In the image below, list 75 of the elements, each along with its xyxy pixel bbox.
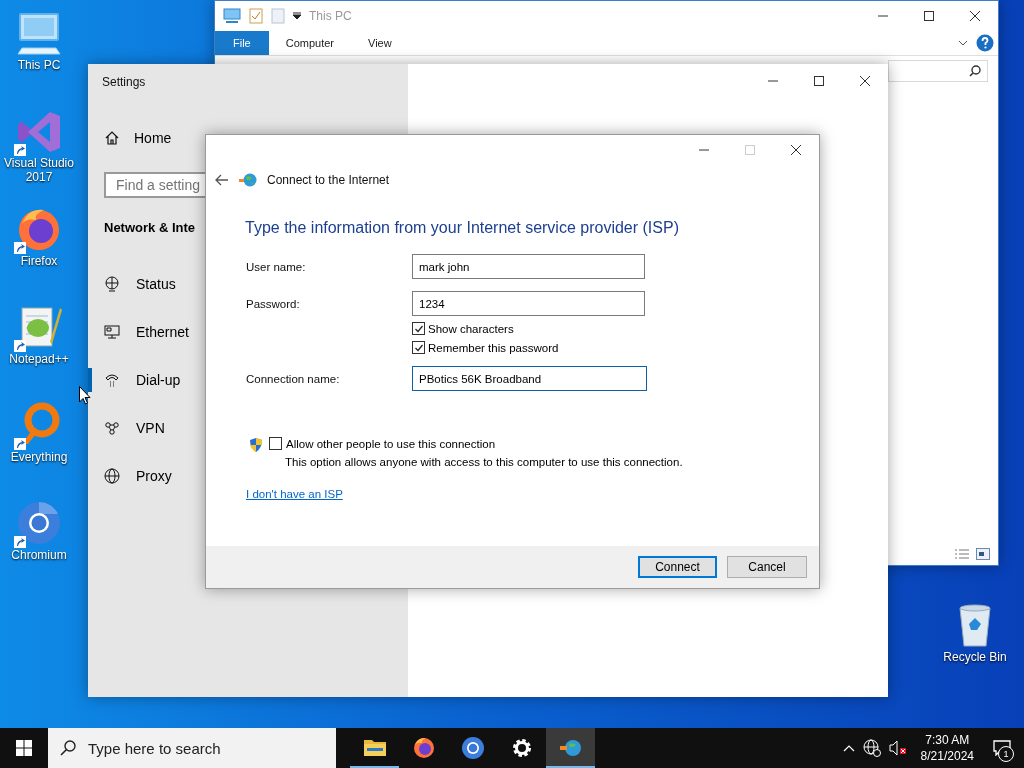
isp-link[interactable]: I don't have an ISP	[246, 488, 343, 500]
large-icons-view-icon[interactable]	[976, 548, 990, 560]
home-nav-item[interactable]: Home	[88, 126, 188, 150]
field-label: Password:	[246, 297, 301, 310]
field-label: User name:	[246, 260, 307, 273]
option-description: This option allows anyone with access to this computer to use this connection.	[284, 456, 683, 468]
icon-label[interactable]: Visual Studio 2017	[0, 156, 78, 184]
search-icon	[60, 740, 76, 756]
phone-icon	[104, 372, 120, 388]
nav-item[interactable]: Dial-up	[88, 356, 181, 404]
search-field[interactable]: Find a setting	[104, 172, 205, 198]
round-ring-icon	[460, 736, 485, 760]
monitor-icon	[104, 324, 120, 340]
globe-monitor-icon	[104, 276, 120, 292]
close-icon	[860, 76, 870, 86]
checkbox[interactable]	[269, 437, 282, 450]
icon-label[interactable]: Notepad++	[0, 352, 78, 366]
nav-item[interactable]: Status	[88, 260, 176, 308]
date-text: 8/21/2024	[920, 748, 974, 764]
time-text: 7:30 AM	[925, 732, 970, 748]
nav-item[interactable]: Ethernet	[88, 308, 189, 356]
close-icon	[970, 11, 980, 21]
dialog-title: Connect to the Internet	[267, 173, 390, 187]
input-field[interactable]: 1234	[412, 291, 645, 316]
input-field[interactable]: mark john	[412, 254, 645, 279]
maximize-icon	[814, 76, 824, 86]
checkbox[interactable]	[412, 322, 425, 335]
linked-nodes-icon	[104, 420, 120, 436]
dialog-heading: Type the information from your Internet service provider (ISP)	[244, 219, 680, 237]
input-field[interactable]: PBotics 56K Broadband	[412, 366, 647, 391]
volume-muted-icon[interactable]	[888, 740, 907, 756]
globe-icon	[104, 468, 120, 484]
icon-label[interactable]: Everything	[0, 450, 78, 464]
globe-connection-icon	[239, 172, 257, 188]
back-arrow-icon[interactable]	[215, 174, 229, 186]
window-title: Settings	[101, 74, 147, 91]
chevron-up-icon[interactable]	[842, 744, 855, 752]
chevron-down-icon[interactable]	[958, 40, 968, 46]
dropdown-caret-icon[interactable]	[293, 12, 301, 20]
windows-logo-icon	[16, 740, 32, 756]
shield-icon	[249, 437, 263, 453]
checkbox-label[interactable]: Show characters	[428, 322, 514, 335]
checkbox-label[interactable]: Remember this password	[428, 341, 559, 354]
clock[interactable]: 7:30 AM 8/21/2024	[914, 732, 980, 764]
nav-item[interactable]: Proxy	[88, 452, 172, 500]
network-globe-icon[interactable]	[862, 739, 881, 757]
ribbon-tab[interactable]: File	[215, 31, 269, 55]
maximize-icon	[745, 145, 755, 155]
checkbox-label[interactable]: Allow other people to use this connection	[286, 437, 496, 450]
taskbar-search-box[interactable]: Type here to search	[48, 728, 336, 768]
dialog-button[interactable]: Connect	[638, 556, 717, 578]
close-icon	[791, 145, 801, 155]
section-title: Network & Inte	[104, 220, 195, 235]
icon-label[interactable]: Firefox	[0, 254, 78, 268]
field-label: Connection name:	[246, 372, 341, 385]
search-icon	[969, 65, 981, 77]
notification-count: 1	[998, 746, 1014, 762]
message-icon	[993, 740, 1011, 756]
home-icon	[104, 130, 120, 146]
dialog-button[interactable]: Cancel	[727, 556, 807, 578]
checkbox[interactable]	[412, 341, 425, 354]
window-title: This PC	[309, 9, 352, 23]
mouse-pointer-icon	[79, 386, 91, 405]
icon-label[interactable]: This PC	[0, 58, 78, 72]
ribbon-tab[interactable]: View	[351, 31, 409, 55]
properties-check-icon[interactable]	[249, 8, 263, 24]
fox-globe-icon	[411, 736, 436, 760]
nav-item[interactable]: VPN	[88, 404, 165, 452]
notifications-button[interactable]: 1	[980, 728, 1024, 768]
help-icon[interactable]	[976, 34, 994, 52]
computer-icon[interactable]	[223, 8, 241, 24]
maximize-icon	[924, 11, 934, 21]
icon-label[interactable]: Chromium	[0, 548, 78, 562]
icon-label[interactable]: Recycle Bin	[936, 650, 1014, 664]
ribbon-tab[interactable]: Computer	[268, 31, 352, 55]
